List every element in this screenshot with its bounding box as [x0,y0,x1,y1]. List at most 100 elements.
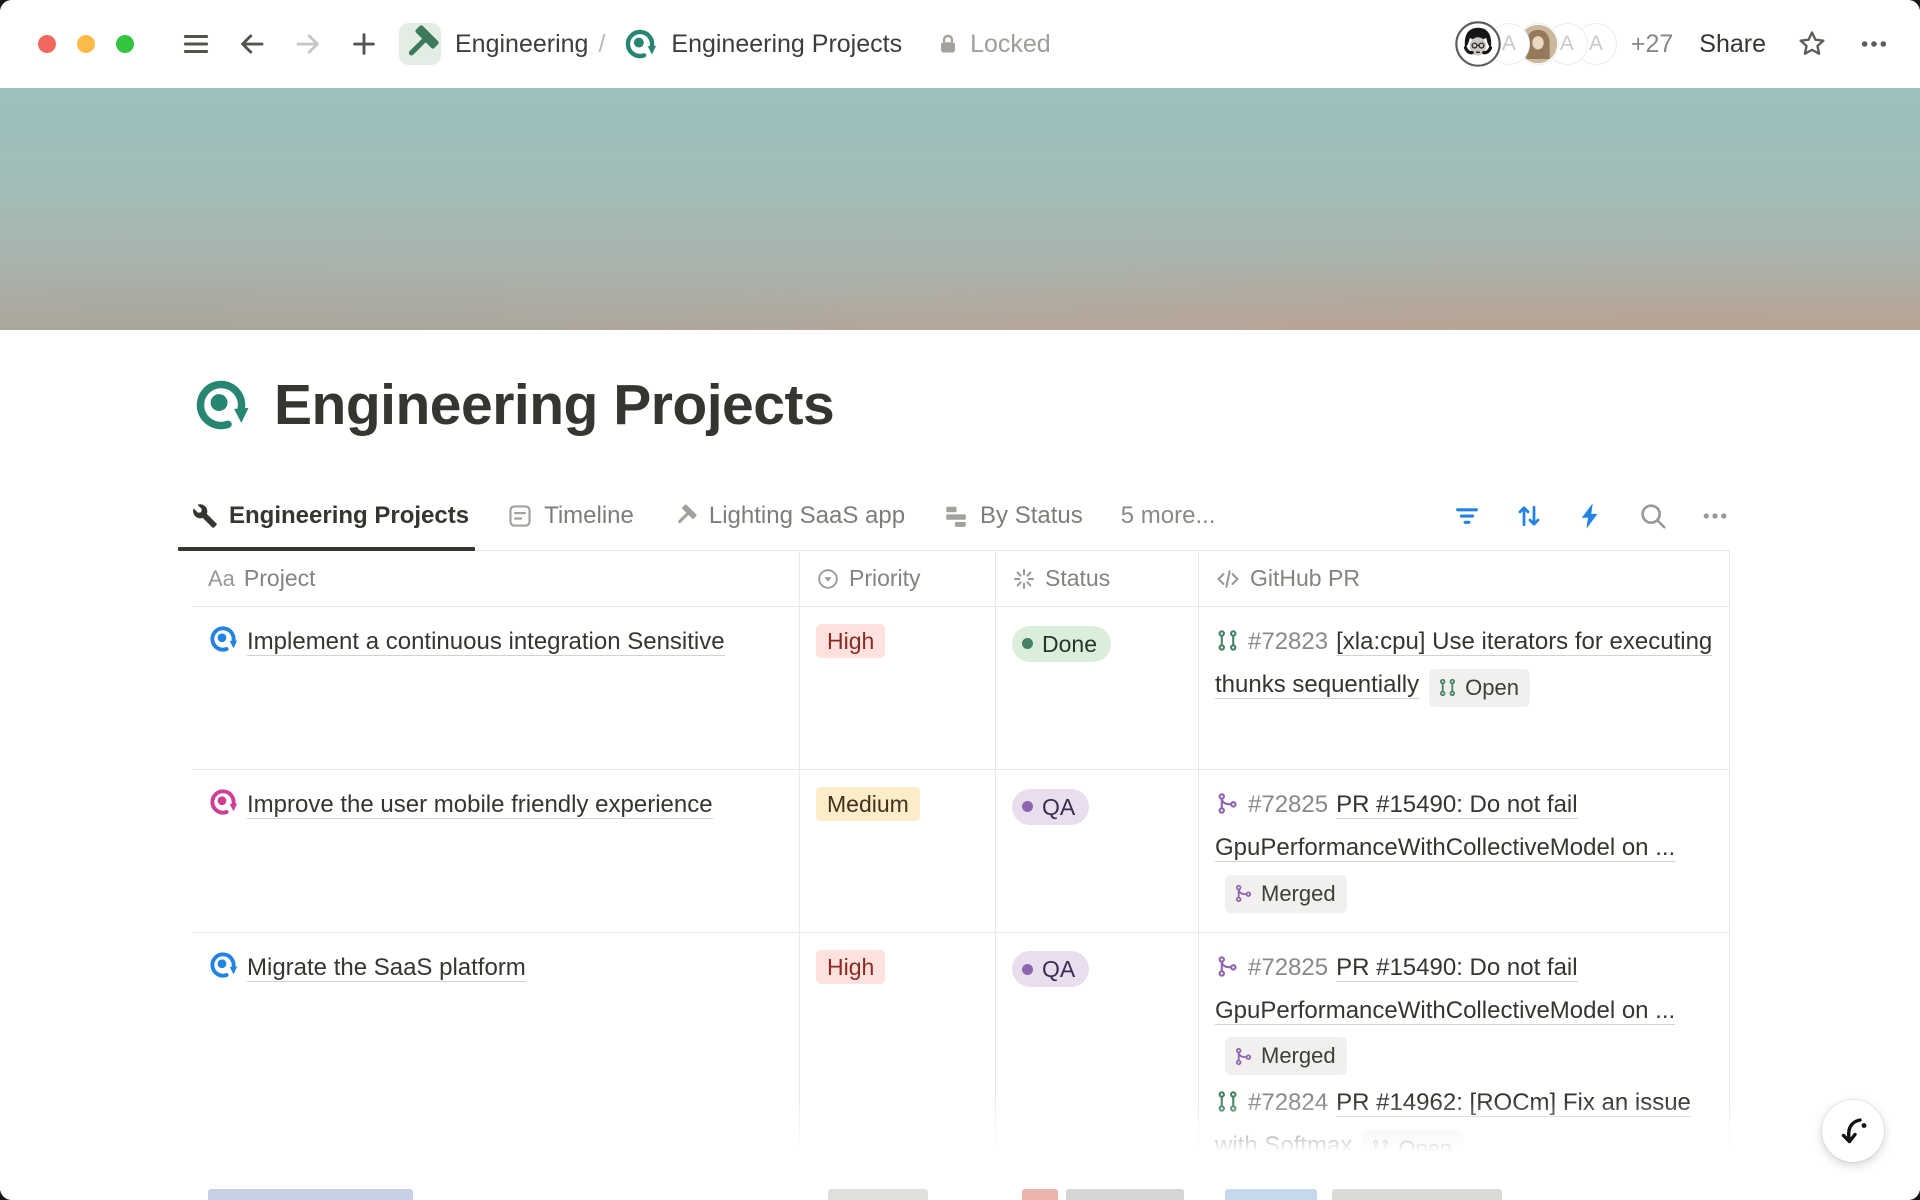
column-header-status[interactable]: Status [996,551,1199,607]
code-property-icon [1215,566,1241,592]
project-link[interactable]: Implement a continuous integration Sensi… [247,628,725,656]
tab-5-more-[interactable]: 5 more... [1121,482,1216,550]
sort-icon[interactable] [1514,501,1544,531]
back-button[interactable] [237,29,267,59]
status-property-icon [1012,567,1036,591]
priority-badge[interactable]: Medium [816,787,920,821]
tab-timeline[interactable]: Timeline [507,482,634,550]
tab-label: Timeline [544,502,634,530]
github-pr-cell[interactable]: #72823[xla:cpu] Use iterators for execut… [1199,607,1730,769]
wrench-icon [192,503,218,529]
lightning-icon[interactable] [1576,501,1606,531]
close-window-button[interactable] [38,35,56,53]
pr-entry: #72825PR #15490: Do not fail GpuPerforma… [1215,946,1715,1076]
page-cycle-icon[interactable] [192,376,250,434]
share-button[interactable]: Share [1699,30,1766,59]
portrait-avatar[interactable] [1455,21,1501,67]
status-badge[interactable]: Done [1012,626,1111,662]
locked-label[interactable]: Locked [970,30,1051,59]
pr-merged-icon [1233,883,1254,904]
breadcrumb-page[interactable]: Engineering Projects [671,30,902,59]
view-more-icon[interactable] [1700,501,1730,531]
tab-engineering-projects[interactable]: Engineering Projects [192,482,469,550]
github-pr-cell[interactable]: #72825PR #15490: Do not fail GpuPerforma… [1199,770,1730,932]
priority-badge[interactable]: High [816,624,885,658]
cycle-icon [208,787,238,817]
cycle-icon [208,624,238,654]
collaborator-overflow-count[interactable]: +27 [1631,30,1673,59]
next-row-fragment [1225,1189,1317,1200]
status-badge[interactable]: QA [1012,789,1089,825]
priority-badge[interactable]: High [816,950,885,984]
tab-label: Lighting SaaS app [709,502,905,530]
quirky-cursor-icon [1836,1114,1870,1148]
breadcrumb-workspace[interactable]: Engineering [455,30,588,59]
pr-entry: #72825PR #15490: Do not fail GpuPerforma… [1215,783,1715,913]
status-dot-icon [1022,638,1033,649]
zoom-window-button[interactable] [116,35,134,53]
tab-label: 5 more... [1121,502,1216,530]
next-row-fragment [1332,1189,1502,1200]
pr-open-icon [1215,624,1240,649]
column-header-github-pr[interactable]: GitHub PR [1199,551,1730,607]
tab-by-status[interactable]: By Status [943,482,1083,550]
pr-entry: #72823[xla:cpu] Use iterators for execut… [1215,620,1715,707]
project-cell[interactable]: Improve the user mobile friendly experie… [192,770,800,932]
tab-label: Engineering Projects [229,502,469,530]
menu-icon[interactable] [181,29,211,59]
table-row: Improve the user mobile friendly experie… [192,770,1730,933]
table-header: Aa Project Priority Status GitHub PR [192,551,1730,607]
favorite-star-icon[interactable] [1796,28,1828,60]
next-row-fragment [208,1189,413,1200]
timeline-icon [507,503,533,529]
project-cell[interactable]: Implement a continuous integration Sensi… [192,607,800,769]
priority-cell[interactable]: High [800,607,996,769]
pr-number: #72823 [1248,628,1328,655]
forward-button[interactable] [293,29,323,59]
search-icon[interactable] [1638,501,1668,531]
page-cover-image[interactable] [0,88,1920,330]
new-page-button[interactable] [349,29,379,59]
lock-icon [936,32,960,56]
cursor-recorder-button[interactable] [1822,1100,1884,1162]
filter-icon[interactable] [1452,501,1482,531]
status-dot-icon [1022,964,1033,975]
bottom-fade-overlay [0,1100,1920,1200]
pr-merged-icon [1233,1046,1254,1067]
next-row-fragment [1066,1189,1184,1200]
minimize-window-button[interactable] [77,35,95,53]
page-title[interactable]: Engineering Projects [274,372,834,438]
pr-merged-icon [1215,787,1240,812]
pr-open-icon [1437,677,1458,698]
pr-state-badge[interactable]: Open [1429,669,1530,707]
tab-label: By Status [980,502,1083,530]
status-cell[interactable]: Done [996,607,1199,769]
next-row-fragment [1022,1189,1058,1200]
pr-number: #72825 [1248,791,1328,818]
table-row: Implement a continuous integration Sensi… [192,607,1730,770]
more-options-icon[interactable] [1858,28,1890,60]
tab-lighting-saas-app[interactable]: Lighting SaaS app [672,482,905,550]
pr-merged-icon [1215,950,1240,975]
column-header-project[interactable]: Aa Project [192,551,800,607]
pr-state-badge[interactable]: Merged [1225,1037,1347,1075]
cycle-icon [208,950,238,980]
hammer-icon [672,503,698,529]
project-link[interactable]: Improve the user mobile friendly experie… [247,791,713,819]
board-icon [943,503,969,529]
pr-number: #72825 [1248,954,1328,981]
titlebar: Engineering / Engineering Projects Locke… [0,0,1920,88]
project-link[interactable]: Migrate the SaaS platform [247,954,526,982]
status-cell[interactable]: QA [996,770,1199,932]
breadcrumb-separator: / [598,30,605,59]
column-header-priority[interactable]: Priority [800,551,996,607]
workspace-hammer-icon[interactable] [399,23,441,65]
priority-cell[interactable]: Medium [800,770,996,932]
avatar-stack: A AA [1455,21,1617,67]
next-row-fragment [828,1189,928,1200]
pr-state-badge[interactable]: Merged [1225,875,1347,913]
breadcrumb-page-cycle-icon [623,27,657,61]
status-badge[interactable]: QA [1012,951,1089,987]
projects-table: Aa Project Priority Status GitHub PR Imp… [192,551,1730,1188]
status-dot-icon [1022,801,1033,812]
